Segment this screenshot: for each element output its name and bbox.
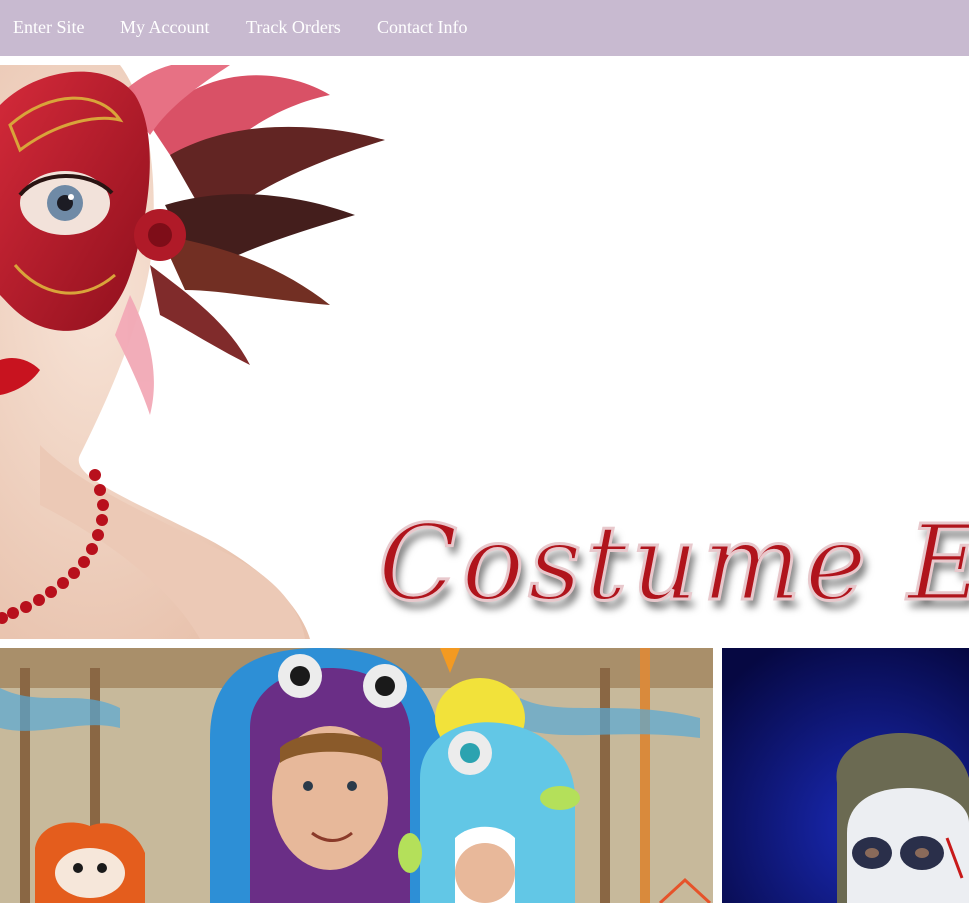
- nav-contact-info[interactable]: Contact Info: [377, 16, 467, 38]
- hero-title-text: Costume Exp: [377, 502, 969, 625]
- skull-face-boy-photo: [722, 648, 969, 903]
- nav-enter-site[interactable]: Enter Site: [13, 16, 84, 38]
- hero-banner[interactable]: Costume Exp: [0, 65, 969, 639]
- top-navigation: Enter Site My Account Track Orders Conta…: [0, 0, 969, 56]
- promo-tile-monster-costumes[interactable]: [0, 648, 713, 903]
- promo-tile-skull-face[interactable]: [722, 648, 969, 903]
- nav-my-account[interactable]: My Account: [120, 16, 210, 38]
- nav-track-orders[interactable]: Track Orders: [246, 16, 341, 38]
- monster-costume-photo: [0, 648, 713, 903]
